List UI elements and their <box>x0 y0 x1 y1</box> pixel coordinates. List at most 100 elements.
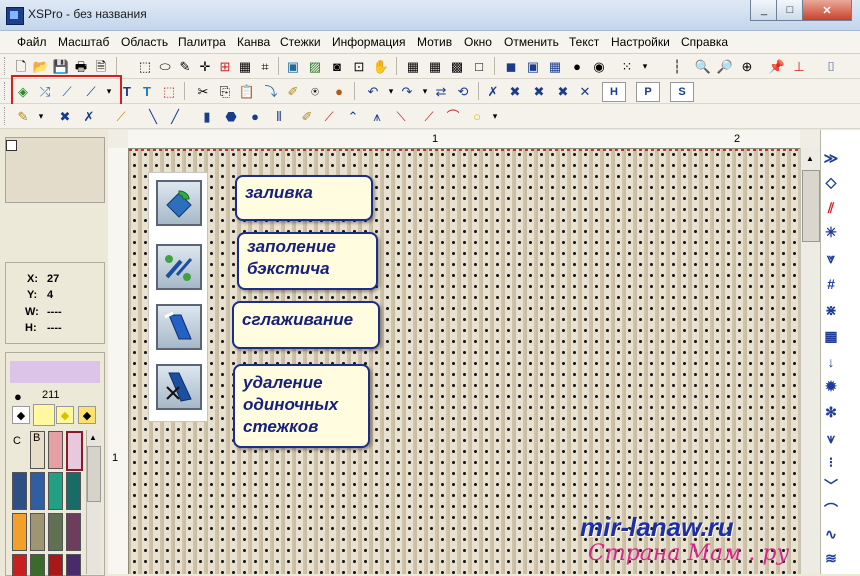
pin-line-icon[interactable]: ⊥ <box>790 57 808 75</box>
brush-icon[interactable]: ✐ <box>284 82 302 100</box>
flip-h-icon[interactable]: ⇄ <box>432 82 450 100</box>
circle-tool-icon[interactable]: ○ <box>468 107 486 125</box>
minimize-button[interactable]: _ <box>750 0 778 21</box>
crosshair-icon[interactable]: ✛ <box>196 57 214 75</box>
stitch-chevron-icon[interactable]: ﹀ <box>822 478 840 494</box>
color-symbol-button[interactable]: ◆ <box>56 406 74 424</box>
scroll-up-icon[interactable]: ▲ <box>802 150 818 166</box>
view-ring-icon[interactable]: ◉ <box>590 57 608 75</box>
stitch-cross-alt-icon[interactable]: ✖ <box>530 82 548 100</box>
backstitch-line-icon[interactable]: ⟋ <box>320 107 338 125</box>
symbol-mode-button[interactable]: ◆ <box>12 406 30 424</box>
palette-swatch[interactable] <box>12 513 27 551</box>
h-button[interactable]: H <box>602 82 626 102</box>
stitch-dash-icon[interactable]: ⁝ <box>822 454 840 470</box>
palette-swatch[interactable] <box>30 472 45 510</box>
stamp-icon[interactable]: ⍟ <box>306 82 324 100</box>
current-color-swatch[interactable] <box>10 361 100 383</box>
stitch-remove-icon[interactable]: ✕ <box>576 82 594 100</box>
menu-scale[interactable]: Масштаб <box>58 35 109 49</box>
ruler-icon[interactable]: ┆ <box>668 57 686 75</box>
diag-left-icon[interactable]: ╲ <box>144 107 162 125</box>
grid-dots-icon[interactable]: ⁙ <box>618 57 636 75</box>
stitch-select-icon[interactable]: ✗ <box>484 82 502 100</box>
p-button[interactable]: P <box>636 82 660 102</box>
select-lasso-icon[interactable]: ⬭ <box>156 57 174 75</box>
stitch-fan-icon[interactable]: ⩛ <box>822 430 840 446</box>
backstitch-join-icon[interactable]: ⩚ <box>368 107 386 125</box>
menu-text[interactable]: Текст <box>569 35 599 49</box>
text-alt-icon[interactable]: T <box>138 82 156 100</box>
view-circle-icon[interactable]: ● <box>568 57 586 75</box>
cut-icon[interactable]: ✂ <box>194 82 212 100</box>
menu-help[interactable]: Справка <box>681 35 728 49</box>
stitch-diagonal-icon[interactable]: ⫽ <box>822 200 840 216</box>
backstitch-delete-icon[interactable]: ⟍ <box>392 107 410 125</box>
menu-palette[interactable]: Палитра <box>178 35 226 49</box>
copy-icon[interactable]: ⎘ <box>216 82 234 100</box>
select-plus-icon[interactable]: ⊞ <box>216 57 234 75</box>
grid-small-icon[interactable]: ▦ <box>404 57 422 75</box>
scroll-up-icon[interactable]: ▲ <box>87 431 99 443</box>
new-file-icon[interactable]: 🗋 <box>12 57 30 75</box>
palette-swatch[interactable] <box>30 513 45 551</box>
dropdown-arrow-icon[interactable]: ▾ <box>636 57 654 75</box>
palette-swatch[interactable] <box>48 431 63 469</box>
print-preview-icon[interactable]: 🗎 <box>92 57 110 75</box>
text-box-icon[interactable]: ⬚ <box>160 82 178 100</box>
close-button[interactable]: ✕ <box>802 0 852 21</box>
menu-canvas[interactable]: Канва <box>237 35 270 49</box>
camera-icon[interactable]: ◙ <box>328 57 346 75</box>
palette-swatch[interactable] <box>48 554 63 576</box>
palette-swatch[interactable] <box>48 513 63 551</box>
view-pattern-icon[interactable]: ▦ <box>546 57 564 75</box>
stitch-lattice-icon[interactable]: ⋇ <box>822 302 840 318</box>
palette-swatch[interactable] <box>12 554 27 576</box>
stitch-cross-icon[interactable]: ✖ <box>506 82 524 100</box>
quarter-stitch-icon[interactable]: ▮ <box>198 107 216 125</box>
select-rect-icon[interactable]: ⬚ <box>136 57 154 75</box>
stitch-flower-icon[interactable]: ✻ <box>822 404 840 420</box>
palette-swatch[interactable] <box>48 472 63 510</box>
select-brush-icon[interactable]: ✎ <box>176 57 194 75</box>
print-icon[interactable]: 🖶 <box>72 57 90 75</box>
hand-pan-icon[interactable]: ✋ <box>372 57 390 75</box>
palette-swatch[interactable] <box>66 513 81 551</box>
stitch-border-icon[interactable]: ≋ <box>822 550 840 566</box>
view-stitch-icon[interactable]: ◼ <box>502 57 520 75</box>
diag-right-icon[interactable]: ╱ <box>166 107 184 125</box>
stitch-grid-icon[interactable]: ▦ <box>822 328 840 344</box>
grid-off-icon[interactable]: □ <box>470 57 488 75</box>
pin-icon[interactable]: 📌 <box>768 57 786 75</box>
palette-swatch[interactable] <box>66 472 81 510</box>
undo-icon[interactable]: ↶ <box>364 82 382 100</box>
menu-undo[interactable]: Отменить <box>504 35 559 49</box>
s-button[interactable]: S <box>670 82 694 102</box>
half-stitch-icon[interactable]: ⟋ <box>112 107 130 125</box>
menu-motif[interactable]: Мотив <box>417 35 452 49</box>
menu-file[interactable]: Файл <box>17 35 47 49</box>
menu-stitches[interactable]: Стежки <box>280 35 321 49</box>
zoom-area-icon[interactable]: ⊡ <box>350 57 368 75</box>
ball-icon[interactable]: ● <box>330 82 348 100</box>
stitch-burst-icon[interactable]: ✹ <box>822 378 840 394</box>
bead-icon[interactable]: ⬣ <box>222 107 240 125</box>
save-icon[interactable]: 💾 <box>52 57 70 75</box>
combined-mode-button[interactable]: ◆ <box>78 406 96 424</box>
stitch-diamond-icon[interactable]: ◇ <box>822 174 840 190</box>
palette-swatch[interactable] <box>66 554 81 576</box>
stitch-loop-icon[interactable]: ∿ <box>822 526 840 542</box>
palette-swatch[interactable] <box>30 554 45 576</box>
aida-canvas[interactable] <box>129 149 800 574</box>
line-tool-icon[interactable]: ⟋ <box>420 107 438 125</box>
stitch-double-icon[interactable]: ✖ <box>554 82 572 100</box>
menu-area[interactable]: Область <box>121 35 168 49</box>
paste-icon[interactable]: 📋 <box>238 82 256 100</box>
menu-information[interactable]: Информация <box>332 35 405 49</box>
toolbar-grip[interactable] <box>4 57 8 75</box>
backstitch-angle-icon[interactable]: ⌃ <box>344 107 362 125</box>
select-grid-icon[interactable]: ▦ <box>236 57 254 75</box>
palette-swatch-b[interactable]: B <box>30 431 45 469</box>
cross-pencil-icon[interactable]: ✗ <box>80 107 98 125</box>
stitch-scallop-icon[interactable]: ⌒ <box>822 502 840 518</box>
